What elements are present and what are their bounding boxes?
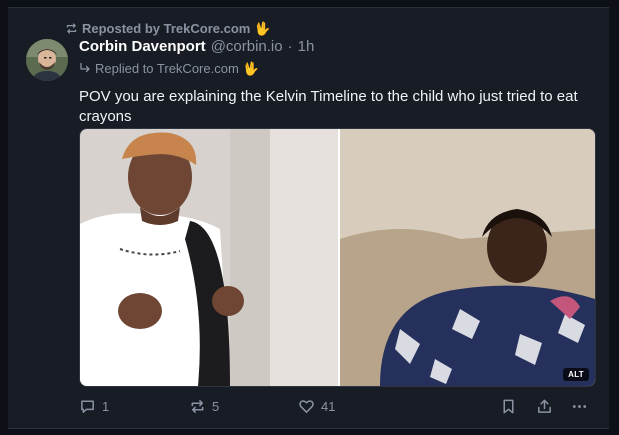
repost-indicator[interactable]: Reposted by TrekCore.com 🖖	[65, 20, 271, 36]
avatar-image	[26, 39, 68, 81]
bookmark-icon	[503, 399, 514, 413]
top-edge	[0, 0, 619, 7]
post-header: Corbin Davenport @corbin.io · 1h	[79, 38, 314, 56]
repost-icon	[66, 22, 77, 34]
author-handle[interactable]: @corbin.io	[211, 38, 283, 55]
reply-button[interactable]: 1	[79, 396, 109, 416]
repost-count: 5	[212, 398, 220, 414]
like-icon	[299, 399, 314, 413]
share-icon	[538, 399, 551, 413]
header-separator: ·	[287, 38, 293, 55]
alt-text-badge[interactable]: ALT	[563, 368, 589, 381]
more-options-button[interactable]	[571, 396, 588, 416]
like-button[interactable]: 41	[298, 396, 335, 416]
post-actions: 1 5 41	[79, 396, 594, 416]
replied-to-label[interactable]: Replied to TrekCore.com	[95, 61, 239, 76]
meme-image	[80, 129, 595, 386]
post-image[interactable]: ALT	[79, 128, 596, 387]
vulcan-salute-emoji: 🖖	[254, 20, 271, 36]
share-button[interactable]	[536, 396, 553, 416]
repost-icon	[191, 399, 204, 413]
post-timestamp[interactable]: 1h	[298, 38, 315, 55]
like-count: 41	[321, 398, 336, 414]
reply-arrow-icon	[80, 62, 90, 73]
repost-button[interactable]: 5	[189, 396, 219, 416]
bookmark-button[interactable]	[500, 396, 517, 416]
author-name[interactable]: Corbin Davenport	[79, 38, 206, 55]
post-card[interactable]: Reposted by TrekCore.com 🖖 Corbin Davenp…	[8, 7, 609, 429]
repost-label[interactable]: Reposted by TrekCore.com	[82, 21, 250, 36]
reply-count: 1	[102, 398, 110, 414]
replied-to-indicator[interactable]: Replied to TrekCore.com 🖖	[79, 60, 259, 76]
post-text: POV you are explaining the Kelvin Timeli…	[79, 88, 578, 125]
vulcan-salute-emoji: 🖖	[242, 60, 259, 76]
more-icon	[572, 404, 587, 408]
avatar[interactable]	[26, 39, 68, 81]
reply-icon	[81, 400, 94, 413]
